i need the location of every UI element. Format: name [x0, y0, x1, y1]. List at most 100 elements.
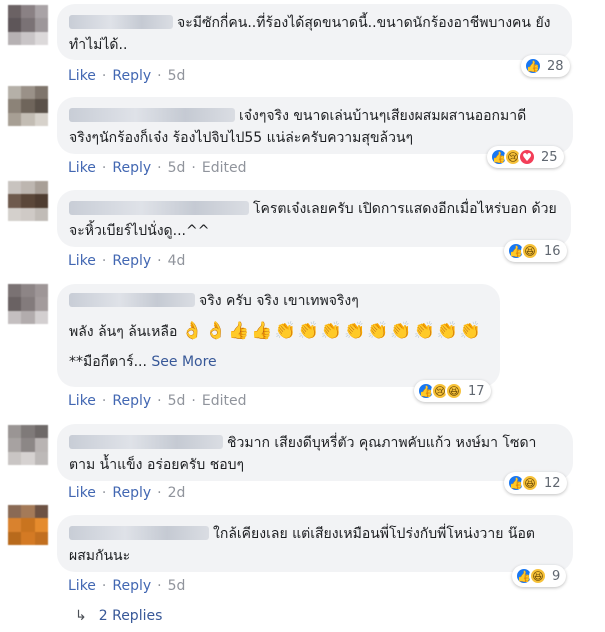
avatar-pixel	[34, 531, 48, 545]
avatar-pixel	[21, 194, 35, 208]
commenter-name[interactable]	[69, 108, 235, 122]
avatar-pixel	[8, 284, 22, 298]
reply-link[interactable]: Reply	[112, 68, 151, 84]
reply-link[interactable]: Reply	[112, 253, 151, 269]
view-replies[interactable]: ↳ 2 Replies	[75, 608, 162, 624]
avatar-pixel	[21, 112, 35, 126]
avatar-pixel	[8, 86, 22, 100]
avatar-pixel	[21, 207, 35, 221]
commenter-name[interactable]	[69, 293, 195, 307]
timestamp[interactable]: 2d	[168, 485, 186, 501]
like-link[interactable]: Like	[68, 393, 96, 409]
avatar-pixel	[34, 18, 48, 32]
timestamp[interactable]: 5d	[168, 68, 186, 84]
avatar-pixel	[8, 31, 22, 45]
timestamp[interactable]: 5d	[168, 578, 186, 594]
reactions-summary[interactable]: 👍 😆 12	[504, 472, 567, 494]
avatar-pixel	[21, 425, 35, 439]
avatar[interactable]	[8, 505, 48, 545]
commenter-name[interactable]	[69, 435, 223, 449]
avatar-pixel	[8, 297, 22, 311]
emoji: 👏	[297, 321, 319, 341]
avatar[interactable]	[8, 86, 48, 126]
avatar-pixel	[34, 451, 48, 465]
comment-actions: Like · Reply · 5d	[68, 68, 186, 84]
avatar-pixel	[34, 181, 48, 195]
avatar-pixel	[21, 181, 35, 195]
like-link[interactable]: Like	[68, 68, 96, 84]
reply-link[interactable]: Reply	[112, 578, 151, 594]
edited-label[interactable]: Edited	[202, 160, 247, 176]
replies-link[interactable]: 2 Replies	[99, 608, 163, 624]
avatar[interactable]	[8, 284, 48, 324]
comment-text-line2: พลัง ล้นๆ ล้นเหลือ	[69, 324, 178, 340]
avatar-pixel	[34, 425, 48, 439]
avatar-pixel	[21, 18, 35, 32]
avatar-pixel	[21, 438, 35, 452]
emoji: 👏	[320, 321, 343, 341]
timestamp[interactable]: 5d	[168, 393, 186, 409]
reply-link[interactable]: Reply	[112, 393, 151, 409]
avatar-pixel	[8, 112, 22, 126]
timestamp[interactable]: 5d	[168, 160, 186, 176]
avatar[interactable]	[8, 5, 48, 45]
reactions-summary[interactable]: 👍 😢 ♥ 25	[487, 146, 564, 168]
comment-bubble: ชิวมาก เสียงดีบุหรี่ตัว คุณภาพคับแก้ว หง…	[57, 424, 573, 481]
haha-icon: 😆	[445, 382, 463, 400]
reactions-summary[interactable]: 👍 😆 9	[512, 565, 567, 587]
emoji: 👏	[413, 321, 435, 341]
avatar-pixel	[34, 31, 48, 45]
comment-actions: Like · Reply · 4d	[68, 253, 186, 269]
avatar-pixel	[34, 284, 48, 298]
commenter-name[interactable]	[69, 15, 173, 29]
timestamp[interactable]: 4d	[168, 253, 186, 269]
reaction-count: 12	[544, 475, 561, 491]
reactions-summary[interactable]: 👍 😢 😆 17	[414, 380, 491, 402]
avatar-pixel	[34, 505, 48, 519]
avatar-pixel	[8, 438, 22, 452]
emoji: 👏	[459, 321, 482, 341]
emoji: 👏	[367, 321, 389, 341]
avatar[interactable]	[8, 425, 48, 465]
avatar-pixel	[8, 310, 22, 324]
like-link[interactable]: Like	[68, 485, 96, 501]
reactions-summary[interactable]: 👍 😆 16	[504, 240, 567, 262]
emoji: 👌	[205, 321, 227, 341]
avatar-pixel	[21, 99, 35, 113]
avatar-pixel	[21, 505, 35, 519]
avatar-pixel	[21, 284, 35, 298]
avatar-pixel	[34, 194, 48, 208]
emoji: 👏	[390, 321, 412, 341]
avatar-pixel	[21, 310, 35, 324]
reply-link[interactable]: Reply	[112, 160, 151, 176]
commenter-name[interactable]	[69, 526, 209, 540]
avatar-pixel	[21, 86, 35, 100]
love-icon: ♥	[518, 148, 536, 166]
avatar-pixel	[34, 438, 48, 452]
reaction-count: 17	[468, 383, 485, 399]
edited-label[interactable]: Edited	[202, 393, 247, 409]
avatar[interactable]	[8, 181, 48, 221]
comment-text: จริง ครับ จริง เขาเทพจริงๆ	[199, 293, 359, 309]
see-more-link[interactable]: See More	[151, 354, 216, 370]
avatar-pixel	[8, 207, 22, 221]
reply-arrow-icon: ↳	[75, 608, 87, 624]
commenter-name[interactable]	[69, 201, 249, 215]
avatar-pixel	[8, 18, 22, 32]
like-link[interactable]: Like	[68, 160, 96, 176]
avatar-pixel	[34, 5, 48, 19]
avatar-pixel	[8, 181, 22, 195]
reply-link[interactable]: Reply	[112, 485, 151, 501]
comment-actions: Like · Reply · 5d	[68, 578, 186, 594]
avatar-pixel	[21, 5, 35, 19]
reaction-count: 9	[552, 568, 561, 584]
emoji-row: 👌 👌 👍 👍 👏 👏 👏 👏 👏 👏 👏 👏 👏	[182, 321, 483, 341]
like-link[interactable]: Like	[68, 253, 96, 269]
avatar-pixel	[21, 518, 35, 532]
reactions-summary[interactable]: 👍 28	[521, 55, 570, 77]
haha-icon: 😆	[521, 474, 539, 492]
avatar-pixel	[34, 112, 48, 126]
like-link[interactable]: Like	[68, 578, 96, 594]
comment-actions: Like · Reply · 5d · Edited	[68, 160, 247, 176]
emoji: 👍	[228, 321, 250, 341]
